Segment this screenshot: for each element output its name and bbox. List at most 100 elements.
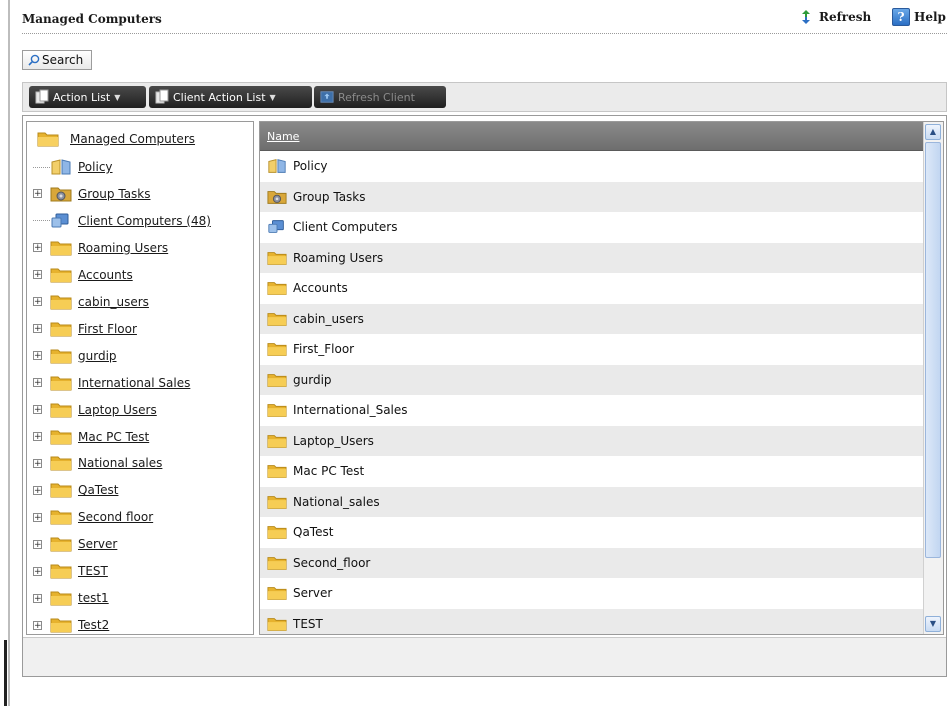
expand-icon[interactable]: + xyxy=(33,458,42,468)
expand-icon[interactable]: + xyxy=(33,351,42,361)
tree-item-label: Policy xyxy=(78,160,113,174)
search-button[interactable]: Search xyxy=(22,50,92,70)
tree-item[interactable]: + Accounts xyxy=(33,265,133,285)
expand-icon[interactable]: + xyxy=(33,297,42,307)
expand-icon[interactable]: + xyxy=(33,566,42,576)
table-row[interactable]: gurdip xyxy=(260,364,924,395)
tree-item-label: National sales xyxy=(78,456,163,471)
expand-icon[interactable]: + xyxy=(33,270,42,280)
action-list-dropdown[interactable]: Action List ▼ xyxy=(29,86,146,108)
client-action-list-dropdown[interactable]: Client Action List ▼ xyxy=(149,86,312,108)
folder-open-icon xyxy=(37,132,59,147)
expand-icon[interactable]: + xyxy=(33,405,42,415)
folder-icon xyxy=(267,526,287,540)
tree-connector xyxy=(33,166,50,168)
table-row[interactable]: Roaming Users xyxy=(260,242,924,273)
tree-item[interactable]: + Test2 xyxy=(33,615,109,634)
tree-item[interactable]: + Group Tasks xyxy=(33,184,151,204)
row-name: gurdip xyxy=(293,372,332,387)
row-name: Laptop_Users xyxy=(293,433,374,448)
folder-icon xyxy=(50,376,72,391)
expand-icon[interactable]: + xyxy=(33,620,42,630)
grid-rows: Policy Group Tasks Client Computers Roaming… xyxy=(260,151,924,634)
column-header-name[interactable]: Name xyxy=(267,130,299,143)
scroll-up-button[interactable]: ▲ xyxy=(925,124,941,140)
refresh-label: Refresh xyxy=(819,10,872,24)
grid-scrollbar[interactable]: ▲ ▼ xyxy=(923,122,943,634)
expand-icon[interactable]: + xyxy=(33,378,42,388)
scroll-thumb[interactable] xyxy=(925,142,941,558)
help-button[interactable]: ? Help xyxy=(892,8,946,26)
tree-item[interactable]: + First Floor xyxy=(33,319,137,339)
folder-icon xyxy=(267,343,287,357)
tree-item-label: Mac PC Test xyxy=(78,429,150,444)
group-tasks-icon xyxy=(50,187,72,202)
tree-item[interactable]: Policy xyxy=(33,157,113,177)
row-name: Group Tasks xyxy=(293,189,366,204)
folder-icon xyxy=(267,434,287,448)
expand-icon[interactable]: + xyxy=(33,485,42,495)
refresh-client-button[interactable]: Refresh Client xyxy=(314,86,446,108)
tree-item[interactable]: + gurdip xyxy=(33,346,117,366)
table-row[interactable]: TEST xyxy=(260,608,924,634)
folder-icon xyxy=(50,430,72,444)
folder-icon xyxy=(267,587,287,601)
help-icon: ? xyxy=(892,8,910,26)
tree-item[interactable]: + International Sales xyxy=(33,373,190,393)
tree-item-label: Accounts xyxy=(78,267,133,282)
expand-icon[interactable]: + xyxy=(33,324,42,334)
scroll-down-button[interactable]: ▼ xyxy=(925,616,941,632)
tree-item[interactable]: + Mac PC Test xyxy=(33,427,149,447)
group-tasks-icon xyxy=(267,190,287,204)
chevron-down-icon: ▼ xyxy=(114,92,121,102)
table-row[interactable]: First_Floor xyxy=(260,334,924,365)
tree-item-label: cabin_users xyxy=(78,294,149,309)
tree-item[interactable]: + cabin_users xyxy=(33,292,149,312)
table-row[interactable]: National_sales xyxy=(260,486,924,517)
tree-item-label: First Floor xyxy=(78,321,137,336)
table-row[interactable]: Group Tasks xyxy=(260,181,924,212)
table-row[interactable]: Policy xyxy=(260,151,924,182)
table-row[interactable]: International_Sales xyxy=(260,395,924,426)
expand-icon[interactable]: + xyxy=(33,243,42,253)
table-row[interactable]: cabin_users xyxy=(260,303,924,334)
table-row[interactable]: Second_floor xyxy=(260,547,924,578)
tree-item-label: test1 xyxy=(78,591,109,606)
tree-item-label: International Sales xyxy=(78,375,191,390)
refresh-icon xyxy=(802,10,810,24)
refresh-button[interactable]: Refresh xyxy=(797,8,871,26)
table-row[interactable]: QaTest xyxy=(260,517,924,548)
table-row[interactable]: Accounts xyxy=(260,273,924,304)
expand-icon[interactable]: + xyxy=(33,432,42,442)
table-row[interactable]: Server xyxy=(260,578,924,609)
table-row[interactable]: Laptop_Users xyxy=(260,425,924,456)
grid-header: Name xyxy=(260,122,924,151)
tree-item[interactable]: + test1 xyxy=(33,588,109,608)
expand-icon[interactable]: + xyxy=(33,539,42,549)
grid-panel: Name Policy Group Tasks Client Computers Ro… xyxy=(259,121,944,635)
document-icon xyxy=(35,89,49,104)
tree-item[interactable]: + QaTest xyxy=(33,480,118,500)
tree-item[interactable]: + Second floor xyxy=(33,507,153,527)
tree-panel: Managed Computers Policy + Group Tasks Clie… xyxy=(26,121,254,635)
folder-icon xyxy=(50,322,72,337)
client-action-list-label: Client Action List xyxy=(173,90,266,104)
table-row[interactable]: Mac PC Test xyxy=(260,456,924,487)
folder-icon xyxy=(267,556,287,570)
expand-icon[interactable]: + xyxy=(33,512,42,522)
tree-item[interactable]: + National sales xyxy=(33,453,162,473)
tree-item[interactable]: + Server xyxy=(33,534,117,554)
row-name: Mac PC Test xyxy=(293,464,365,479)
policy-icon xyxy=(268,159,286,174)
tree-root[interactable]: Managed Computers xyxy=(37,130,195,148)
tree-item[interactable]: Client Computers (48) xyxy=(33,211,211,231)
tree-item[interactable]: + Laptop Users xyxy=(33,400,157,420)
row-name: QaTest xyxy=(293,525,334,540)
expand-icon[interactable]: + xyxy=(33,593,42,603)
expand-icon[interactable]: + xyxy=(33,189,42,199)
tree-item[interactable]: + Roaming Users xyxy=(33,238,168,258)
row-name: Server xyxy=(293,586,333,601)
table-row[interactable]: Client Computers xyxy=(260,212,924,243)
tree-item[interactable]: + TEST xyxy=(33,561,108,581)
tree-item-label: TEST xyxy=(78,564,108,579)
